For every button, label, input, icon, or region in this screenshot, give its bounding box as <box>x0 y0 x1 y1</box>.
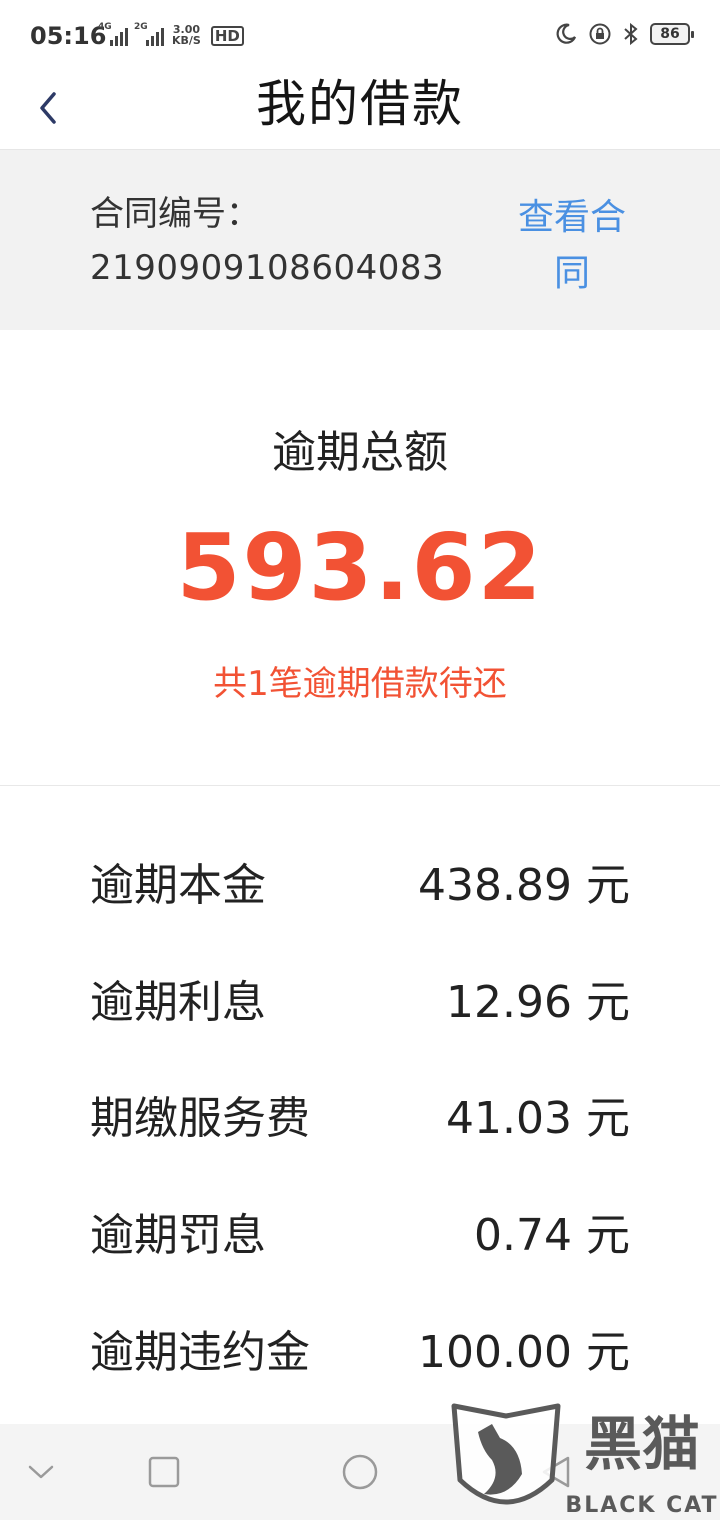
status-right-icons: 86 <box>554 22 694 46</box>
nav-hide-button[interactable] <box>26 1450 56 1494</box>
view-contract-link[interactable]: 查看合 同 <box>512 190 632 302</box>
nav-home-button[interactable] <box>338 1450 382 1494</box>
nav-recents-button[interactable] <box>146 1450 182 1494</box>
nav-back-button[interactable] <box>536 1450 576 1494</box>
overdue-total-amount: 593.62 <box>176 514 544 621</box>
app-header: 我的借款 <box>0 72 720 150</box>
detail-label: 逾期违约金 <box>90 1327 310 1378</box>
contract-number-label: 合同编号： <box>90 194 260 234</box>
detail-row-service-fee: 期缴服务费 41.03 元 <box>90 1089 630 1149</box>
overdue-summary: 逾期总额 593.62 共1笔逾期借款待还 <box>0 330 720 786</box>
detail-label: 逾期罚息 <box>90 1210 266 1261</box>
page-title: 我的借款 <box>256 75 464 133</box>
overdue-total-label: 逾期总额 <box>272 427 448 478</box>
detail-label: 逾期本金 <box>90 860 266 911</box>
detail-row-penalty-interest: 逾期罚息 0.74 元 <box>90 1206 630 1266</box>
signal-4g-icon: 4G <box>98 22 128 46</box>
status-time: 05:16 <box>30 22 107 50</box>
signal-2g-icon: 2G <box>134 22 164 46</box>
system-nav-bar <box>0 1424 720 1520</box>
moon-icon <box>556 23 577 44</box>
detail-value: 100.00 元 <box>418 1327 630 1378</box>
detail-row-principal: 逾期本金 438.89 元 <box>90 856 630 916</box>
detail-row-interest: 逾期利息 12.96 元 <box>90 973 630 1033</box>
detail-value: 438.89 元 <box>418 860 630 911</box>
battery-level: 86 <box>660 26 680 42</box>
overdue-count-note: 共1笔逾期借款待还 <box>213 664 507 704</box>
signal-indicators: 4G 2G 3.00 KB/S HD <box>98 22 244 46</box>
overdue-details-list: 逾期本金 438.89 元 逾期利息 12.96 元 期缴服务费 41.03 元… <box>0 786 720 1426</box>
network-speed: 3.00 KB/S <box>172 24 201 46</box>
detail-value: 41.03 元 <box>446 1093 630 1144</box>
view-contract-text-line2: 同 <box>553 253 590 294</box>
detail-value: 12.96 元 <box>446 977 630 1028</box>
contract-info: 合同编号： 2190909108604083 查看合 同 <box>0 150 720 330</box>
detail-value: 0.74 元 <box>474 1210 630 1261</box>
network-speed-unit: KB/S <box>172 34 201 47</box>
rotation-lock-icon <box>589 23 611 45</box>
detail-label: 逾期利息 <box>90 977 266 1028</box>
status-bar: 05:16 4G 2G 3.00 KB/S HD 86 <box>0 0 720 72</box>
battery-icon: 86 <box>650 23 694 45</box>
bluetooth-icon <box>624 22 638 46</box>
contract-number: 2190909108604083 <box>90 248 445 288</box>
detail-label: 期缴服务费 <box>90 1093 310 1144</box>
detail-row-liquidated-damages: 逾期违约金 100.00 元 <box>90 1323 630 1383</box>
view-contract-text-line1: 查看合 <box>517 197 626 238</box>
hd-icon: HD <box>210 26 244 46</box>
